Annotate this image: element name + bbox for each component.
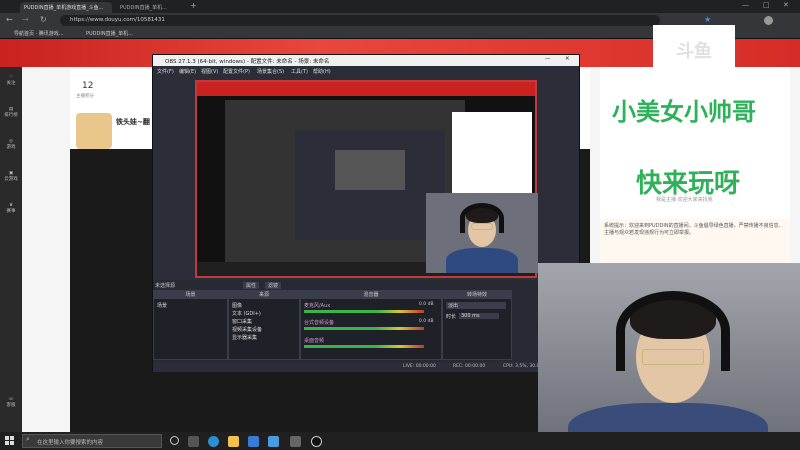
reload-icon[interactable]: ↻ (40, 15, 47, 24)
tab-label: PUDDIN直播_单机游戏直播_斗鱼... (24, 5, 104, 11)
mixer-meter (304, 310, 424, 313)
rail-item-games[interactable]: ◎ 游戏 (0, 139, 22, 150)
transitions-dock: 转场特效 淡出 时长 300 ms (442, 290, 512, 360)
source-item[interactable]: 视频采集设备 (232, 326, 262, 333)
obs-docks: 未选择源 属性 滤镜 场景 场景 来源 图像 文本 (GDI+) 窗口采集 视频… (153, 280, 579, 372)
obs-icon[interactable] (311, 436, 322, 447)
preview-nested-obs (295, 130, 445, 240)
overlay-subtext: 我是主播 欢迎大家来找我 (656, 197, 713, 203)
streamer-avatar[interactable] (76, 113, 112, 149)
search-icon: ⌕ (26, 435, 30, 443)
menu-profile[interactable]: 配置文件(P) (223, 68, 250, 75)
headphones (460, 203, 504, 233)
windows-start-icon[interactable] (5, 436, 15, 446)
minimize-icon[interactable]: — (742, 1, 749, 9)
url-text: https://www.douyu.com/10581431 (70, 17, 165, 23)
headphones (616, 291, 730, 371)
menu-tools[interactable]: 工具(T) (291, 68, 308, 75)
task-view-icon[interactable] (188, 436, 199, 447)
menu-view[interactable]: 视图(V) (201, 68, 218, 75)
source-item[interactable]: 窗口采集 (232, 318, 252, 325)
obs-minimize-icon[interactable]: — (545, 56, 551, 62)
rail-item-rank[interactable]: ▤ 排行榜 (0, 107, 22, 118)
source-item[interactable]: 图像 (232, 302, 242, 309)
bookmark-item[interactable]: 导航首页 · 腾讯游戏... (14, 30, 64, 37)
mixer-level: 0.0 dB (419, 302, 434, 307)
obs-title: OBS 27.1.3 (64-bit, windows) - 配置文件: 未命名… (165, 59, 330, 65)
menu-edit[interactable]: 编辑(E) (179, 68, 196, 75)
back-icon[interactable]: ← (6, 15, 13, 24)
file-explorer-icon[interactable] (228, 436, 239, 447)
properties-button[interactable]: 属性 (243, 282, 260, 289)
follow-label: 主播积分 (76, 94, 94, 99)
mixer-channel: 桌面音频 (304, 338, 325, 344)
sources-dock: 来源 图像 文本 (GDI+) 窗口采集 视频采集设备 显示器采集 (228, 290, 300, 360)
left-rail: ♡ 关注 ▤ 排行榜 ◎ 游戏 ▣ 云游戏 ♛ 赛事 ☏ 客服 (0, 67, 22, 432)
mixer-dock: 混音器 麦克风/Aux 0.0 dB 台式音频设备 0.0 dB 桌面音频 (300, 290, 442, 360)
obs-close-icon[interactable]: ✕ (565, 56, 570, 62)
source-item[interactable]: 文本 (GDI+) (232, 310, 261, 317)
store-icon[interactable] (248, 436, 259, 447)
star-icon[interactable]: ★ (704, 15, 711, 24)
preview-header (197, 82, 535, 96)
douyu-logo: 斗鱼 (653, 25, 735, 73)
webcam-small (426, 193, 538, 273)
mixer-dock-title: 混音器 (301, 291, 441, 299)
windows-taskbar: 在这里输入你要搜索的内容 ⌕ (0, 432, 800, 450)
room-name: 铁头娃~翻 (116, 118, 150, 126)
transitions-dock-title: 转场特效 (443, 291, 511, 299)
sources-dock-title: 来源 (229, 291, 299, 299)
menu-help[interactable]: 帮助(H) (313, 68, 331, 75)
app-icon[interactable] (268, 436, 279, 447)
cortana-icon[interactable] (170, 436, 179, 445)
obs-menu-bar: 文件(F) 编辑(E) 视图(V) 配置文件(P) 场景集合(S) 工具(T) … (153, 66, 579, 76)
scenes-dock: 场景 场景 (153, 290, 228, 360)
follow-count: 12 (82, 81, 94, 91)
mixer-channel: 麦克风/Aux (304, 303, 331, 309)
rail-item-cloud[interactable]: ▣ 云游戏 (0, 171, 22, 182)
browser-tab-active[interactable]: PUDDIN直播_单机游戏直播_斗鱼... (20, 2, 112, 13)
maximize-icon[interactable]: □ (763, 1, 770, 9)
no-source-label: 未选择源 (155, 283, 176, 289)
edge-icon[interactable] (208, 436, 219, 447)
bookmark-item[interactable]: PUDDIN直播_单机... (86, 30, 133, 37)
tab-label: PUDDIN直播_单机... (120, 5, 167, 11)
mixer-channel: 台式音频设备 (304, 320, 335, 326)
scene-item[interactable]: 场景 (157, 302, 167, 309)
rail-item-service[interactable]: ☏ 客服 (0, 397, 22, 408)
mixer-level: 0.0 dB (419, 319, 434, 324)
preview-overlay (452, 112, 532, 202)
forward-icon[interactable]: → (22, 15, 29, 24)
close-icon[interactable]: ✕ (783, 1, 789, 9)
mixer-meter (304, 345, 424, 348)
overlay-text-secondary: 快来玩呀 (636, 169, 741, 199)
webcam-large (538, 263, 800, 450)
obs-status-bar: LIVE: 00:00:00 REC: 00:00:00 CPU: 3.5%, … (153, 362, 579, 372)
preview-nested-frame (335, 150, 405, 190)
profile-avatar[interactable] (764, 16, 773, 25)
obs-title-bar: OBS 27.1.3 (64-bit, windows) - 配置文件: 未命名… (153, 55, 579, 66)
source-item[interactable]: 显示器采集 (232, 334, 257, 341)
taskbar-search[interactable]: 在这里输入你要搜索的内容 (22, 434, 162, 448)
scenes-dock-title: 场景 (154, 291, 227, 299)
url-field[interactable]: https://www.douyu.com/10581431 (60, 15, 660, 26)
search-placeholder: 在这里输入你要搜索的内容 (37, 440, 104, 446)
menu-file[interactable]: 文件(F) (157, 68, 174, 75)
rail-item-follow[interactable]: ♡ 关注 (0, 75, 22, 86)
filters-button[interactable]: 滤镜 (265, 282, 282, 289)
rail-item-events[interactable]: ♛ 赛事 (0, 203, 22, 214)
mixer-meter (304, 327, 424, 330)
app-icon[interactable] (290, 436, 301, 447)
live-status: LIVE: 00:00:00 (403, 364, 436, 369)
duration-label: 时长 (446, 314, 457, 320)
person-shirt (446, 248, 518, 273)
overlay-text-primary: 小美女小帅哥 (612, 97, 756, 126)
duration-input[interactable]: 300 ms (459, 313, 499, 319)
rec-status: REC: 00:00:00 (453, 364, 486, 369)
transition-select[interactable]: 淡出 (446, 302, 506, 309)
browser-tab-bar: PUDDIN直播_单机游戏直播_斗鱼... PUDDIN直播_单机... + —… (0, 0, 800, 13)
browser-tab[interactable]: PUDDIN直播_单机... (116, 2, 186, 13)
new-tab-icon[interactable]: + (190, 1, 197, 10)
menu-scene-collection[interactable]: 场景集合(S) (257, 68, 284, 75)
